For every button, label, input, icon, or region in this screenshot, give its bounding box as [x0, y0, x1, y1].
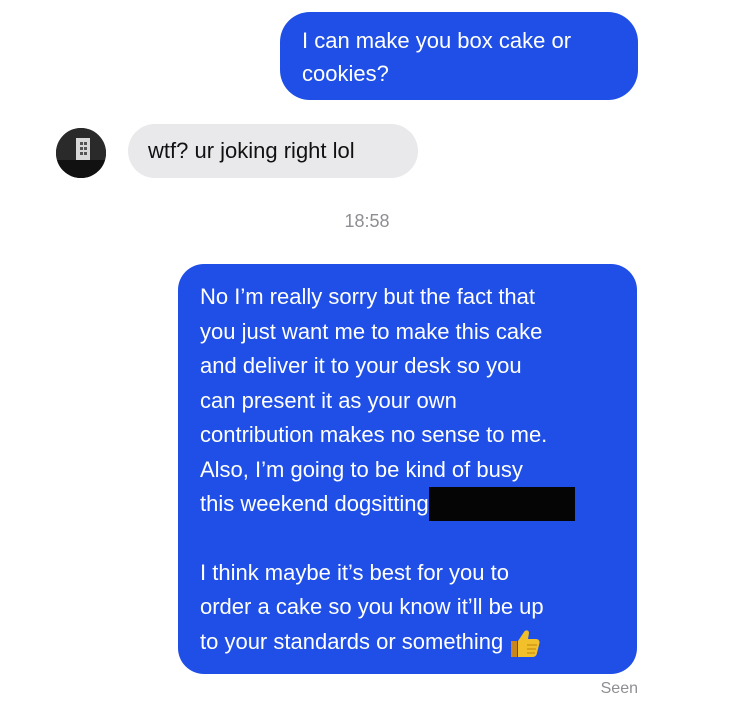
message-text-line: No I’m really sorry but the fact that [200, 284, 536, 309]
contact-avatar[interactable] [56, 128, 106, 178]
message-timestamp: 18:58 [344, 211, 390, 231]
message-text-line: cookies? [302, 61, 389, 86]
message-text-line: you just want me to make this cake [200, 318, 543, 344]
incoming-message-bubble[interactable]: wtf? ur joking right lol [128, 124, 418, 178]
message-text-line: and deliver it to your desk so you [200, 353, 522, 378]
read-receipt: Seen [600, 680, 638, 697]
paragraph-break [200, 522, 623, 556]
message-text-line: this weekend dogsitting [200, 491, 429, 516]
thumbs-up-icon [507, 627, 541, 659]
outgoing-message-bubble[interactable]: No I’m really sorry but the fact that yo… [178, 264, 637, 674]
redaction-box [428, 487, 575, 521]
message-text: wtf? ur joking right lol [148, 138, 355, 163]
message-text-line: I can make you box cake or [302, 28, 572, 53]
message-text-line: can present it as your own [200, 387, 457, 413]
outgoing-message-bubble[interactable]: I can make you box cake or cookies? [280, 12, 638, 100]
message-text-line: to your standards or something [200, 628, 504, 654]
message-text-line: I think maybe it’s best for you to [200, 559, 509, 585]
message-line-with-emoji: to your standards or something [200, 625, 623, 660]
message-text-line: order a cake so you know it’ll be up [200, 594, 544, 619]
avatar-image-icon [56, 128, 106, 178]
message-text-line: Also, I’m going to be kind of busy [200, 456, 523, 482]
message-line-with-redaction: this weekend dogsitting [200, 487, 623, 522]
message-text-line: contribution makes no sense to me. [200, 422, 548, 447]
